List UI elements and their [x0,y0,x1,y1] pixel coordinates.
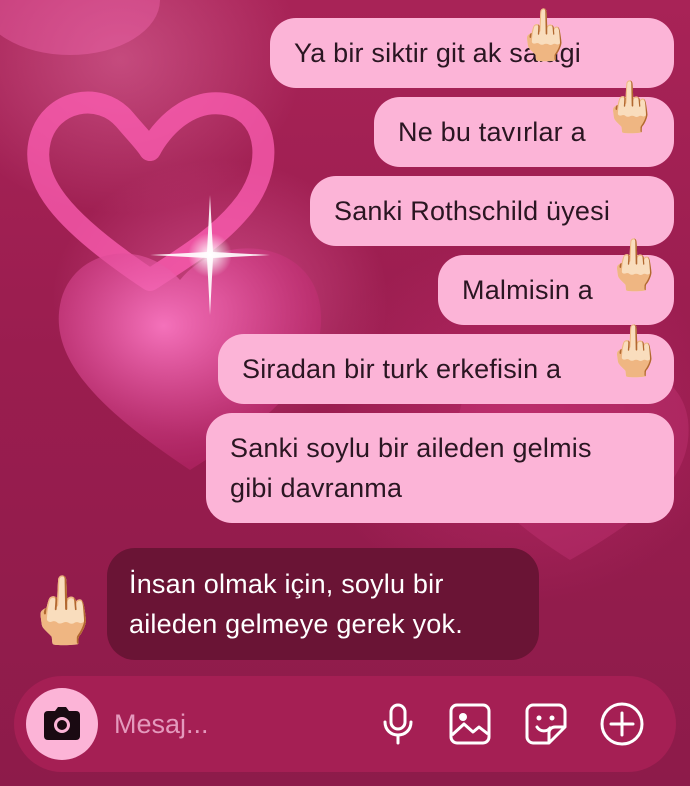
add-icon [600,702,644,746]
message-text: Siradan bir turk erkefisin a [242,354,562,384]
message-text: Ya bir siktir git a [294,38,488,68]
middle-finger-emoji: 🖕🏻 [603,236,666,294]
voice-message-button[interactable] [376,702,420,746]
camera-icon [44,707,80,740]
gallery-button[interactable] [448,702,492,746]
message-text-line-2: gibi davranma [230,473,403,503]
middle-finger-emoji: 🖕🏻 [603,322,666,380]
sticker-button[interactable] [524,702,568,746]
middle-finger-emoji: 🖕🏻 [599,78,662,136]
message-text: Malmisin a [462,275,594,305]
heart-decoration-top [0,0,160,55]
message-text-line-1: Sanki soylu bir aileden gelmis [230,433,592,463]
sparkle-decoration [150,195,270,315]
message-composer [14,676,676,772]
message-text-line-2: aileden gelmeye gerek yok. [129,609,463,639]
middle-finger-emoji: 🖕🏻 [22,572,105,649]
microphone-icon [383,703,413,745]
add-button[interactable] [600,702,644,746]
incoming-message[interactable]: İnsan olmak için, soylu bir aileden gelm… [107,548,539,660]
sticker-icon [525,703,567,745]
outgoing-message-6[interactable]: Sanki soylu bir aileden gelmis gibi davr… [206,413,674,523]
middle-finger-emoji: 🖕🏻 [513,6,576,64]
message-input[interactable] [114,700,364,748]
image-icon [449,703,491,745]
message-text: Sanki Rothschild üyesi [334,196,611,226]
message-text: Ne bu tavırlar a [398,117,586,147]
camera-button[interactable] [26,688,98,760]
message-text-line-1: İnsan olmak için, soylu bir [129,569,444,599]
